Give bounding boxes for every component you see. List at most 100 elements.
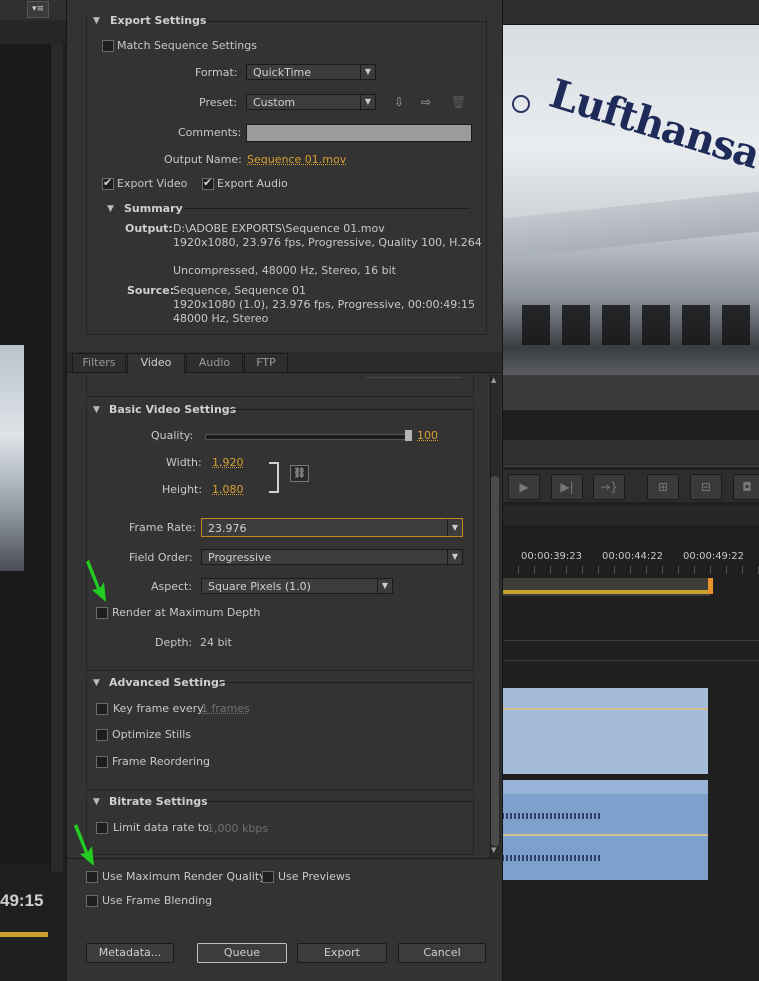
collapse-triangle-icon[interactable]: ▼ bbox=[93, 405, 100, 415]
left-timecode: 49:15 bbox=[0, 891, 44, 910]
use-frame-blending-checkbox[interactable] bbox=[86, 895, 98, 907]
source-summary-name: Sequence, Sequence 01 bbox=[173, 284, 307, 297]
export-video-checkbox[interactable] bbox=[102, 176, 114, 190]
link-dimensions-icon[interactable]: ⛓ bbox=[290, 465, 309, 482]
optimize-stills-label: Optimize Stills bbox=[112, 728, 192, 741]
left-panel-toolbar bbox=[0, 20, 66, 45]
chevron-down-icon: ▼ bbox=[447, 550, 462, 564]
queue-button[interactable]: Queue bbox=[197, 943, 287, 963]
render-max-depth-checkbox[interactable] bbox=[96, 607, 108, 619]
panel-menu-icon[interactable]: ▾≡ bbox=[27, 1, 49, 18]
format-select[interactable]: QuickTime ▼ bbox=[246, 64, 376, 80]
field-order-value: Progressive bbox=[208, 551, 272, 564]
export-button[interactable]: Export bbox=[297, 943, 387, 963]
scrollbar-thumb[interactable] bbox=[491, 476, 499, 846]
quality-slider[interactable] bbox=[205, 434, 411, 440]
audio-clip[interactable] bbox=[502, 780, 708, 880]
field-order-select[interactable]: Progressive ▼ bbox=[201, 549, 463, 565]
format-label: Format: bbox=[195, 66, 238, 79]
chevron-down-icon: ▼ bbox=[360, 95, 375, 109]
chevron-down-icon: ▼ bbox=[360, 65, 375, 79]
tab-ftp[interactable]: FTP bbox=[244, 353, 288, 373]
divider bbox=[219, 682, 472, 683]
collapse-triangle-icon[interactable]: ▼ bbox=[107, 204, 114, 214]
frame-reordering-checkbox[interactable] bbox=[96, 756, 108, 768]
source-thumbnail bbox=[0, 345, 24, 571]
collapse-triangle-icon[interactable]: ▼ bbox=[93, 16, 100, 26]
chevron-down-icon: ▼ bbox=[377, 579, 392, 593]
optimize-stills-checkbox[interactable] bbox=[96, 729, 108, 741]
bitrate-settings-title: Bitrate Settings bbox=[109, 795, 208, 808]
format-value: QuickTime bbox=[253, 66, 312, 79]
height-value[interactable]: 1,080 bbox=[212, 483, 244, 496]
video-clip[interactable] bbox=[502, 688, 708, 774]
frame-rate-select[interactable]: 23.976 ▼ bbox=[201, 518, 463, 537]
quality-slider-thumb[interactable] bbox=[405, 430, 412, 441]
limit-rate-value[interactable]: 1,000 kbps bbox=[207, 822, 268, 835]
lift-icon[interactable]: ⊞ bbox=[647, 474, 679, 500]
output-name-label: Output Name: bbox=[164, 153, 242, 166]
comments-label: Comments: bbox=[178, 126, 242, 139]
width-value[interactable]: 1,920 bbox=[212, 456, 244, 469]
divider bbox=[366, 377, 462, 378]
playhead[interactable] bbox=[708, 578, 713, 594]
render-max-depth-label: Render at Maximum Depth bbox=[112, 606, 261, 619]
key-frame-value[interactable]: 1 frames bbox=[201, 702, 250, 715]
work-area-bar[interactable] bbox=[502, 590, 710, 594]
export-audio-checkbox[interactable] bbox=[202, 176, 214, 190]
scroll-down-icon[interactable]: ▼ bbox=[491, 846, 496, 854]
source-summary-audio: 48000 Hz, Stereo bbox=[173, 312, 269, 325]
export-audio-label: Export Audio bbox=[217, 177, 288, 190]
save-preset-icon[interactable]: ⇩ bbox=[394, 95, 404, 109]
output-summary-audio: Uncompressed, 48000 Hz, Stereo, 16 bit bbox=[173, 264, 396, 277]
aspect-value: Square Pixels (1.0) bbox=[208, 580, 311, 593]
delete-preset-icon[interactable]: 🗑 bbox=[451, 95, 466, 109]
use-previews-checkbox[interactable] bbox=[262, 871, 274, 883]
aspect-label: Aspect: bbox=[151, 580, 193, 593]
limit-rate-checkbox[interactable] bbox=[96, 822, 108, 834]
height-label: Height: bbox=[162, 483, 203, 496]
tab-video[interactable]: Video bbox=[127, 353, 185, 373]
left-playback-bar[interactable] bbox=[0, 932, 48, 937]
summary-title: Summary bbox=[124, 202, 183, 215]
use-previews-label: Use Previews bbox=[278, 870, 351, 883]
left-panel-scrollbar[interactable] bbox=[50, 44, 63, 872]
annotation-arrow-icon bbox=[74, 824, 94, 866]
import-preset-icon[interactable]: ⇨ bbox=[421, 95, 431, 109]
timeline-ticks bbox=[502, 566, 759, 574]
tab-filters[interactable]: Filters bbox=[72, 353, 126, 373]
key-frame-checkbox[interactable] bbox=[96, 703, 108, 715]
collapse-triangle-icon[interactable]: ▼ bbox=[93, 797, 100, 807]
comments-input[interactable] bbox=[246, 124, 472, 142]
field-order-label: Field Order: bbox=[129, 551, 193, 564]
use-max-render-label: Use Maximum Render Quality bbox=[102, 870, 266, 883]
divider bbox=[206, 21, 486, 22]
match-sequence-label: Match Sequence Settings bbox=[117, 39, 257, 52]
monitor-ruler[interactable] bbox=[502, 440, 759, 467]
frame-reordering-label: Frame Reordering bbox=[112, 755, 211, 768]
step-forward-icon[interactable]: ▶| bbox=[551, 474, 583, 500]
frame-rate-label: Frame Rate: bbox=[129, 521, 196, 534]
program-header bbox=[502, 0, 759, 25]
preset-select[interactable]: Custom ▼ bbox=[246, 94, 376, 110]
play-icon[interactable]: ▶ bbox=[508, 474, 540, 500]
timeline-timecode-1: 00:00:39:23 bbox=[521, 551, 583, 562]
preview-footer bbox=[502, 375, 759, 410]
aspect-select[interactable]: Square Pixels (1.0) ▼ bbox=[201, 578, 393, 594]
metadata-button[interactable]: Metadata... bbox=[86, 943, 174, 963]
camera-icon[interactable]: ◘ bbox=[733, 474, 759, 500]
scroll-up-icon[interactable]: ▲ bbox=[491, 376, 496, 384]
tab-audio[interactable]: Audio bbox=[186, 353, 243, 373]
cancel-button[interactable]: Cancel bbox=[398, 943, 486, 963]
match-sequence-checkbox[interactable] bbox=[102, 40, 114, 52]
width-label: Width: bbox=[166, 456, 202, 469]
go-to-out-icon[interactable]: →} bbox=[593, 474, 625, 500]
extract-icon[interactable]: ⊟ bbox=[690, 474, 722, 500]
output-name-link[interactable]: Sequence 01.mov bbox=[247, 153, 346, 166]
export-settings-title: Export Settings bbox=[110, 14, 207, 27]
use-max-render-checkbox[interactable] bbox=[86, 871, 98, 883]
collapse-triangle-icon[interactable]: ▼ bbox=[93, 678, 100, 688]
output-summary-video: 1920x1080, 23.976 fps, Progressive, Qual… bbox=[173, 236, 482, 249]
quality-value[interactable]: 100 bbox=[417, 429, 438, 442]
key-frame-label: Key frame every bbox=[113, 702, 204, 715]
